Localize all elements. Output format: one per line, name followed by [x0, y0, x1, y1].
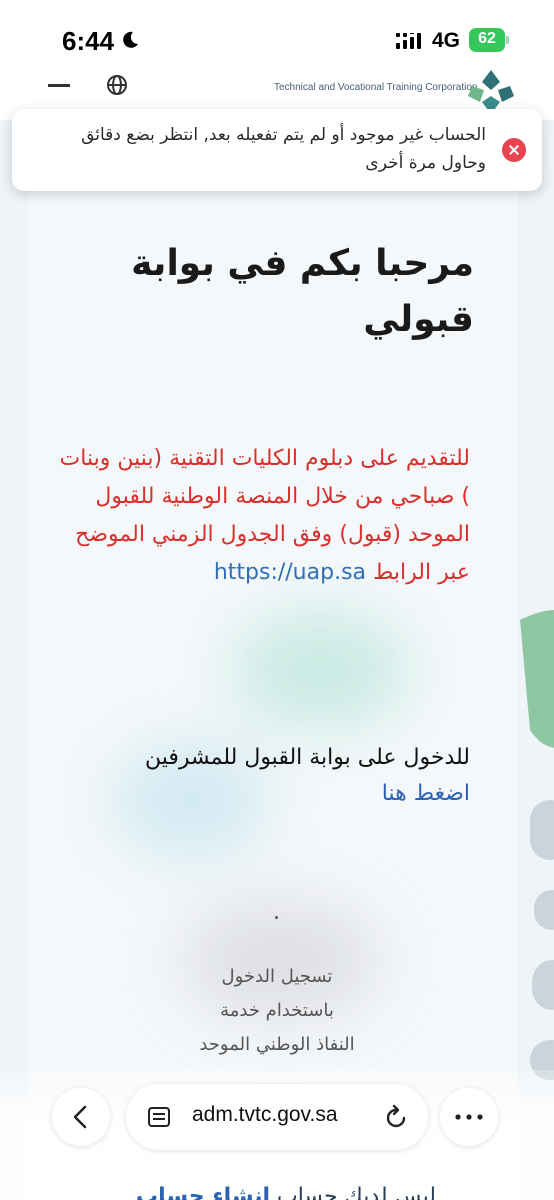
url-text: adm.tvtc.gov.sa: [192, 1103, 338, 1126]
apply-link[interactable]: https://uap.sa: [214, 560, 366, 585]
apply-info: للتقديم على دبلوم الكليات التقنية (بنين …: [50, 440, 470, 592]
close-icon[interactable]: [502, 138, 526, 162]
globe-icon[interactable]: [106, 74, 128, 96]
error-toast: الحساب غير موجود أو لم يتم تفعيله بعد, ا…: [12, 109, 542, 191]
network-type: 4G: [432, 29, 461, 52]
org-name: Technical and Vocational Training Corpor…: [274, 82, 478, 93]
reader-mode-icon[interactable]: [148, 1107, 170, 1127]
register-text: ليس لديك حساب: [277, 1184, 436, 1200]
page-title: مرحبا بكم في بوابة قبولي: [131, 243, 474, 340]
login-line: تسجيل الدخول: [221, 966, 333, 987]
supervisors-text: للدخول على بوابة القبول للمشرفين: [144, 745, 470, 770]
reload-icon[interactable]: [384, 1104, 408, 1130]
chevron-left-icon: [73, 1105, 87, 1129]
signal-icon: [396, 33, 421, 49]
supervisors-info: للدخول على بوابة القبول للمشرفين اضغط هن…: [90, 740, 470, 812]
login-line: النفاذ الوطني الموحد: [199, 1034, 355, 1055]
back-button[interactable]: [52, 1088, 110, 1146]
toast-message: الحساب غير موجود أو لم يتم تفعيله بعد, ا…: [81, 125, 486, 173]
clock: 6:44: [62, 26, 115, 56]
nafath-login-button[interactable]: تسجيل الدخول باستخدام خدمة النفاذ الوطني…: [140, 960, 414, 1062]
moon-icon: [123, 31, 138, 48]
battery-icon: 62: [469, 28, 509, 52]
menu-icon[interactable]: [48, 84, 70, 87]
register-link[interactable]: انشاء حساب: [136, 1184, 270, 1200]
register-prompt: ليس لديك حساب انشاء حساب: [126, 1184, 446, 1200]
more-icon: [455, 1114, 483, 1120]
supervisors-link[interactable]: اضغط هنا: [382, 781, 470, 806]
more-button[interactable]: [440, 1088, 498, 1146]
battery-level: 62: [478, 30, 496, 47]
login-line: باستخدام خدمة: [220, 1000, 334, 1021]
background-blur-shape: [230, 610, 410, 730]
address-bar[interactable]: adm.tvtc.gov.sa: [126, 1084, 428, 1150]
divider-dot: [275, 916, 278, 919]
